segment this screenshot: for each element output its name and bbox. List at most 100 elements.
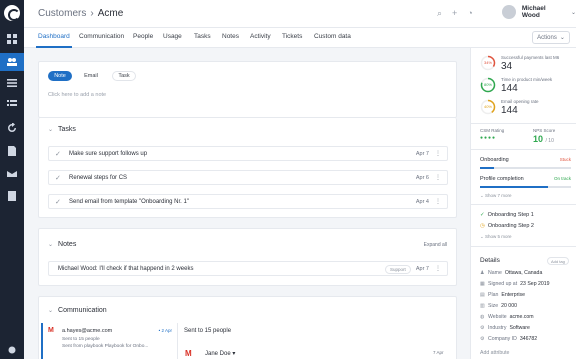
- metric-value: 34: [501, 61, 513, 72]
- tab-usage[interactable]: Usage: [163, 33, 182, 40]
- tab-tickets[interactable]: Tickets: [282, 33, 302, 40]
- calculator-icon[interactable]: [0, 187, 24, 205]
- add-tag-button[interactable]: Add tag: [547, 257, 569, 265]
- tab-custom-data[interactable]: Custom data: [314, 33, 351, 40]
- show-more-link[interactable]: ⌄ Show 7 more: [480, 193, 512, 199]
- app-logo-icon[interactable]: [4, 5, 20, 21]
- tab-tasks[interactable]: Tasks: [194, 33, 211, 40]
- add-attribute-link[interactable]: Add attribute: [480, 350, 575, 356]
- chevron-down-icon: ⌄: [570, 9, 576, 16]
- breadcrumb-current: Acme: [97, 8, 124, 19]
- metric-label: Successful payments last M6: [501, 55, 560, 60]
- profile-completion-label: Profile completion: [480, 176, 524, 182]
- detail-key: Name: [488, 270, 502, 276]
- detail-value: Ottawa, Canada: [504, 270, 543, 276]
- email-type-button[interactable]: Email: [79, 71, 103, 81]
- chevron-right-icon: ›: [90, 8, 94, 19]
- calendar-icon: ▦: [480, 281, 485, 287]
- customers-icon[interactable]: [0, 53, 24, 71]
- detail-row-name: ♟ Name Ottawa, Canada: [480, 270, 575, 276]
- step-label: Onboarding Step 2: [487, 223, 534, 229]
- note-type-button[interactable]: Note: [48, 71, 72, 81]
- more-icon[interactable]: ⋮: [435, 150, 441, 157]
- communication-header[interactable]: ⌄ Communication: [48, 307, 107, 314]
- tasks-header[interactable]: ⌄ Tasks: [48, 126, 76, 133]
- tab-dashboard[interactable]: Dashboard: [36, 33, 72, 48]
- task-date: Apr 4: [415, 199, 429, 205]
- expand-all-link[interactable]: Expand all: [424, 242, 447, 248]
- csm-rating-stars: ●●●●: [480, 135, 497, 141]
- tasks-list-icon[interactable]: [0, 95, 24, 113]
- onboarding-step[interactable]: ✓ Onboarding Step 1: [480, 212, 534, 218]
- avatar: [502, 5, 516, 19]
- profile-completion-row[interactable]: Profile completion On track: [480, 176, 571, 182]
- email-sender[interactable]: Jane Doe ▾: [205, 350, 235, 357]
- divider: [471, 123, 576, 124]
- email-playbook: Sent from playbook Playbook for Onbo...: [62, 344, 149, 349]
- task-label: Make sure support follows up: [69, 151, 148, 157]
- show-more-link[interactable]: ⌄ Show 5 more: [480, 234, 512, 240]
- bell-icon[interactable]: ◔: [467, 8, 472, 19]
- dashboard-icon[interactable]: [0, 30, 24, 48]
- details-title: Details: [480, 257, 500, 264]
- inbox-icon[interactable]: [0, 164, 24, 182]
- metric-email-open-rate: 40% Email opening rate 144: [480, 99, 575, 121]
- nps-score: 10 / 10: [533, 134, 554, 144]
- task-row[interactable]: ✓ Send email from template "Onboarding N…: [48, 194, 448, 209]
- detail-value: 346782: [519, 336, 538, 342]
- csm-rating-label: CSM Rating: [480, 128, 505, 133]
- detail-value: 23 Sep 2019: [520, 281, 550, 287]
- tab-communication[interactable]: Communication: [79, 33, 124, 40]
- ring-value: 40%: [483, 104, 492, 109]
- more-icon[interactable]: ⋮: [435, 198, 441, 205]
- user-menu[interactable]: Michael Wood ⌄: [502, 5, 576, 19]
- detail-row-size: ▥ Size 20 000: [480, 303, 575, 309]
- more-icon[interactable]: ⋮: [435, 174, 441, 181]
- chevron-down-icon: ⌄: [559, 35, 565, 41]
- email-from: a.hayes@acme.com: [62, 328, 113, 334]
- onboarding-step[interactable]: ◷ Onboarding Step 2: [480, 223, 534, 229]
- tab-notes[interactable]: Notes: [222, 33, 239, 40]
- document-icon[interactable]: [0, 142, 24, 160]
- email-detail-title: Sent to 15 people: [184, 328, 232, 334]
- more-icon[interactable]: ⋮: [435, 265, 441, 272]
- task-row[interactable]: ✓ Make sure support follows up Apr 7 ⋮: [48, 146, 448, 161]
- settings-icon[interactable]: [0, 341, 24, 359]
- note-date: Apr 7: [415, 266, 429, 272]
- size-icon: ▥: [480, 303, 485, 309]
- plus-icon[interactable]: +: [452, 8, 457, 19]
- divider: [471, 246, 576, 247]
- onboarding-progress-bar: [480, 167, 571, 169]
- search-icon[interactable]: ⌕: [437, 8, 442, 19]
- email-list-item[interactable]: M a.hayes@acme.com • 2 Apr Sent to 15 pe…: [41, 323, 178, 359]
- communication-title: Communication: [58, 307, 107, 314]
- onboarding-row[interactable]: Onboarding Stuck: [480, 157, 571, 163]
- task-date: Apr 6: [415, 175, 429, 181]
- note-row[interactable]: Michael Wood: I'll check if that happend…: [48, 261, 448, 276]
- tab-activity[interactable]: Activity: [250, 33, 271, 40]
- checkmark-icon[interactable]: ✓: [55, 198, 61, 206]
- nps-suffix: / 10: [545, 138, 554, 144]
- task-type-button[interactable]: Task: [112, 71, 136, 81]
- checkmark-icon[interactable]: ✓: [55, 150, 61, 158]
- tab-people[interactable]: People: [133, 33, 153, 40]
- sync-icon[interactable]: [0, 119, 24, 137]
- detail-row-website: ◍ Website acme.com: [480, 314, 575, 320]
- list-icon[interactable]: [0, 74, 24, 92]
- nps-label: NPS Score: [533, 128, 556, 133]
- notes-header[interactable]: ⌄ Notes: [48, 241, 76, 248]
- breadcrumb: Customers › Acme: [38, 8, 123, 19]
- task-row[interactable]: ✓ Renewal steps for CS Apr 6 ⋮: [48, 170, 448, 185]
- breadcrumb-parent[interactable]: Customers: [38, 8, 86, 19]
- detail-value[interactable]: acme.com: [510, 314, 534, 320]
- email-recipients: Sent to 15 people: [62, 337, 100, 342]
- email-detail-date: 7 Apr: [433, 350, 444, 355]
- note-tag: Support: [385, 265, 411, 274]
- note-input[interactable]: Click here to add a note: [48, 92, 106, 98]
- website-icon: ◍: [480, 314, 485, 320]
- detail-key: Size: [488, 303, 499, 309]
- activity-composer: Note Email Task Click here to add a note: [38, 61, 457, 118]
- detail-key: Industry: [488, 325, 507, 331]
- actions-dropdown[interactable]: Actions ⌄: [532, 31, 570, 44]
- checkmark-icon[interactable]: ✓: [55, 174, 61, 182]
